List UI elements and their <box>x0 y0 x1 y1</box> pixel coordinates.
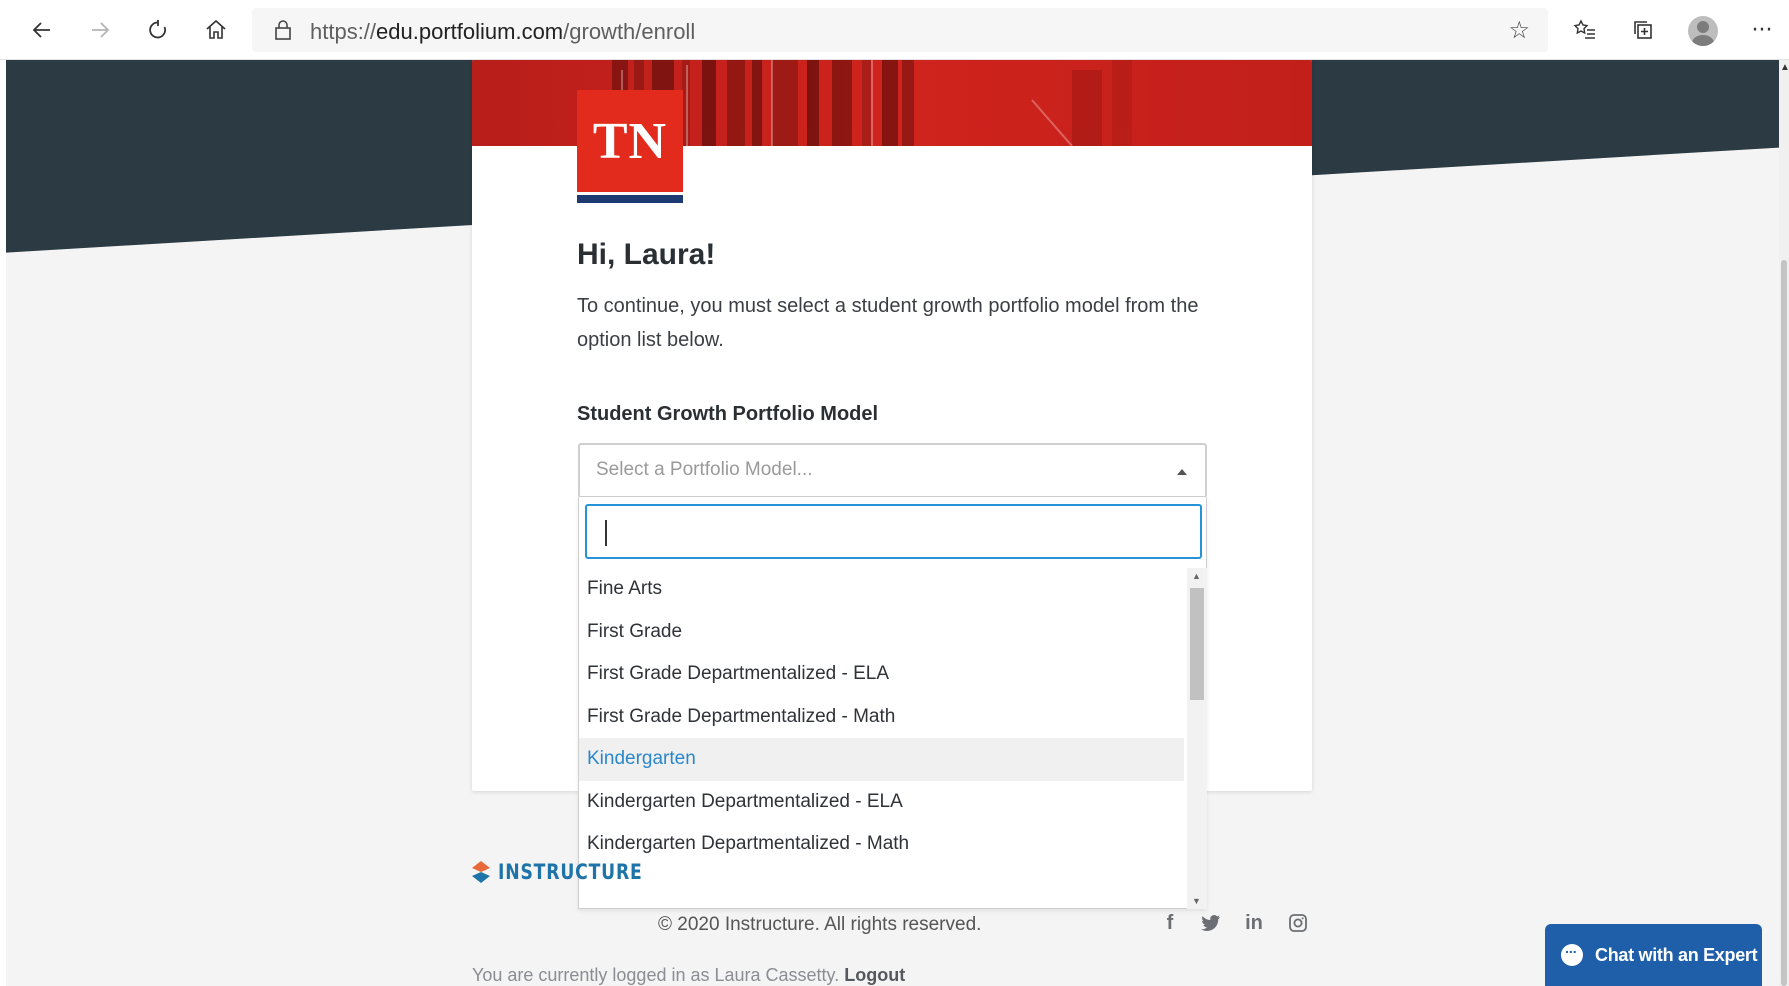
logged-in-notice: You are currently logged in as Laura Cas… <box>472 965 905 986</box>
instructure-mark-icon <box>472 861 490 883</box>
url-scheme: https:// <box>310 19 377 44</box>
url-host: edu.portfolium.com <box>376 19 564 44</box>
more-options-icon[interactable]: ··· <box>1744 12 1780 48</box>
copyright-text: © 2020 Instructure. All rights reserved. <box>658 914 982 935</box>
facebook-icon[interactable]: f <box>1156 909 1184 937</box>
dropdown-option[interactable]: First Grade Departmentalized - Math <box>579 696 1184 739</box>
greeting-heading: Hi, Laura! <box>577 238 716 271</box>
instagram-icon[interactable] <box>1284 909 1312 937</box>
chat-bubble-icon <box>1561 940 1583 966</box>
dropdown-option[interactable]: Fine Arts <box>579 568 1184 611</box>
forward-icon[interactable] <box>82 12 118 48</box>
window-edge <box>0 60 6 986</box>
dropdown-scroll-thumb[interactable] <box>1190 588 1204 700</box>
lock-icon <box>272 19 294 41</box>
add-favorite-icon[interactable]: ☆ <box>1508 16 1530 44</box>
dropdown-search-input[interactable] <box>585 504 1202 559</box>
intro-text: To continue, you must select a student g… <box>577 295 1199 351</box>
dropdown-option-active[interactable]: Kindergarten <box>579 738 1184 781</box>
url-path: /growth/enroll <box>563 19 696 44</box>
portfolio-model-label: Student Growth Portfolio Model <box>577 403 879 425</box>
select-placeholder: Select a Portfolio Model... <box>596 459 813 480</box>
dropdown-option[interactable]: Kindergarten Departmentalized - ELA <box>579 781 1184 824</box>
linkedin-icon[interactable]: in <box>1240 909 1268 937</box>
page-scroll-thumb[interactable] <box>1781 260 1787 986</box>
logout-link[interactable]: Logout <box>844 965 905 985</box>
back-icon[interactable] <box>24 12 60 48</box>
home-icon[interactable] <box>198 12 234 48</box>
logged-in-text: You are currently logged in as Laura Cas… <box>472 965 840 985</box>
collections-icon[interactable] <box>1625 12 1661 48</box>
page-content: TN Hi, Laura! To continue, you must sele… <box>0 60 1779 986</box>
page-scrollbar[interactable]: ▲ <box>1779 60 1789 986</box>
linkedin-glyph: in <box>1245 911 1263 934</box>
twitter-icon[interactable] <box>1197 909 1225 937</box>
chat-label: Chat with an Expert <box>1595 944 1758 965</box>
dropdown-option[interactable]: First Grade <box>579 611 1184 654</box>
scroll-down-icon[interactable]: ▼ <box>1192 896 1201 906</box>
portfolio-model-dropdown: Fine Arts First Grade First Grade Depart… <box>578 497 1207 909</box>
browser-toolbar: https://edu.portfolium.com/growth/enroll… <box>0 0 1789 60</box>
refresh-icon[interactable] <box>140 12 176 48</box>
tn-logo: TN <box>577 90 683 203</box>
scroll-up-icon[interactable]: ▲ <box>1780 62 1789 73</box>
favorites-icon[interactable] <box>1567 12 1603 48</box>
chat-with-expert-button[interactable]: Chat with an Expert <box>1545 924 1762 986</box>
url-text: https://edu.portfolium.com/growth/enroll <box>310 19 695 45</box>
instructure-brand: INSTRUCTURE <box>498 860 643 884</box>
dropdown-option[interactable]: First Grade Departmentalized - ELA <box>579 653 1184 696</box>
dropdown-scrollbar[interactable]: ▲ ▼ <box>1187 568 1207 909</box>
instructure-logo[interactable]: INSTRUCTURE <box>472 855 674 889</box>
profile-avatar-icon[interactable] <box>1688 16 1718 46</box>
address-bar[interactable]: https://edu.portfolium.com/growth/enroll… <box>252 8 1548 52</box>
scroll-up-icon[interactable]: ▲ <box>1192 571 1201 581</box>
portfolio-model-select[interactable]: Select a Portfolio Model... <box>578 443 1207 498</box>
facebook-glyph: f <box>1166 911 1174 934</box>
caret-up-icon[interactable] <box>1177 469 1187 475</box>
tn-logo-text: TN <box>592 113 668 170</box>
text-cursor <box>605 520 607 546</box>
